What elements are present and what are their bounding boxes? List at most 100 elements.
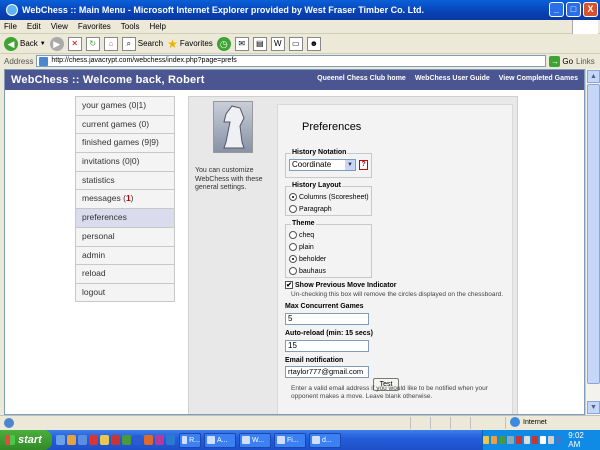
tray-icon[interactable]	[515, 436, 522, 444]
nav-preferences[interactable]: preferences	[75, 208, 175, 227]
task-button[interactable]: R...	[179, 432, 201, 448]
user-guide-link[interactable]: WebChess User Guide	[415, 75, 490, 82]
maximize-button[interactable]: □	[566, 2, 581, 17]
tray-icon[interactable]	[483, 436, 490, 444]
nav-admin[interactable]: admin	[75, 245, 175, 265]
task-button[interactable]: Fi...	[274, 432, 306, 448]
minimize-button[interactable]: _	[549, 2, 564, 17]
auto-reload-label: Auto-reload (min: 15 secs)	[285, 330, 373, 337]
quicklaunch-icon[interactable]	[78, 435, 87, 445]
tray-icon[interactable]	[507, 436, 514, 444]
layout-columns-radio[interactable]: Columns (Scoresheet)	[286, 191, 371, 203]
theme-bauhaus-radio[interactable]: bauhaus	[286, 265, 371, 277]
vertical-scrollbar[interactable]: ▲ ▼	[585, 69, 600, 415]
quicklaunch-icon[interactable]	[155, 435, 164, 445]
home-icon[interactable]: ⌂	[103, 36, 118, 51]
show-previous-label: Show Previous Move Indicator	[295, 281, 397, 289]
print-icon[interactable]: ▤	[252, 36, 267, 51]
menu-favorites[interactable]: Favorites	[78, 22, 111, 31]
globe-icon	[510, 417, 520, 427]
club-home-link[interactable]: Queenel Chess Club home	[317, 75, 406, 82]
quicklaunch-icon[interactable]	[67, 435, 76, 445]
radio-dot	[289, 243, 297, 251]
email-input[interactable]: rtaylor777@gmail.com	[285, 366, 369, 378]
start-button[interactable]: start	[0, 430, 52, 450]
quicklaunch-icon[interactable]	[122, 435, 131, 445]
task-button[interactable]: A...	[204, 432, 236, 448]
close-button[interactable]: X	[583, 2, 598, 17]
theme-cheq-radio[interactable]: cheq	[286, 229, 371, 241]
nav-personal[interactable]: personal	[75, 226, 175, 246]
quicklaunch-icon[interactable]	[133, 435, 142, 445]
scroll-thumb[interactable]	[587, 84, 600, 384]
mail-icon[interactable]: ✉	[234, 36, 249, 51]
tray-icon[interactable]	[548, 436, 555, 444]
status-divider	[470, 417, 471, 429]
menu-view[interactable]: View	[51, 22, 68, 31]
tray-icon[interactable]	[499, 436, 506, 444]
task-button[interactable]: W...	[239, 432, 271, 448]
menu-help[interactable]: Help	[149, 22, 165, 31]
menu-tools[interactable]: Tools	[121, 22, 140, 31]
tray-icon[interactable]	[556, 436, 563, 444]
status-bar: Internet	[0, 415, 600, 429]
menu-file[interactable]: File	[4, 22, 17, 31]
theme-legend: Theme	[291, 220, 316, 227]
radio-dot	[289, 255, 297, 263]
nav-messages-suffix: )	[130, 193, 134, 204]
nav-current-games[interactable]: current games (0)	[75, 114, 175, 134]
discuss-icon[interactable]: ▭	[288, 36, 303, 51]
show-previous-checkbox[interactable]: ✔ Show Previous Move Indicator	[285, 281, 397, 289]
stop-icon[interactable]: ✕	[67, 36, 82, 51]
go-button[interactable]: → Go	[549, 55, 573, 67]
back-button[interactable]: ◀ Back ▼	[4, 36, 46, 51]
layout-paragraph-radio[interactable]: Paragraph	[286, 203, 371, 215]
messenger-icon[interactable]: ☻	[306, 36, 321, 51]
nav-messages[interactable]: messages (1)	[75, 189, 175, 209]
completed-games-link[interactable]: View Completed Games	[499, 75, 578, 82]
forward-button[interactable]: ▶	[49, 36, 64, 51]
nav-invitations[interactable]: invitations (0|0)	[75, 152, 175, 171]
nav-finished-games[interactable]: finished games (9|9)	[75, 133, 175, 153]
refresh-icon[interactable]: ↻	[85, 36, 100, 51]
nav-logout[interactable]: logout	[75, 282, 175, 302]
quicklaunch-icon[interactable]	[89, 435, 98, 445]
windows-logo-icon	[572, 20, 598, 34]
quicklaunch-icon[interactable]	[111, 435, 120, 445]
menu-edit[interactable]: Edit	[27, 22, 41, 31]
nav-your-games[interactable]: your games (0|1)	[75, 96, 175, 115]
search-button[interactable]: ⌕ Search	[121, 36, 163, 51]
task-button[interactable]: d...	[309, 432, 341, 448]
zone-label: Internet	[523, 418, 547, 426]
history-icon[interactable]: ◷	[216, 36, 231, 51]
scroll-up-icon[interactable]: ▲	[587, 70, 600, 83]
nav-messages-label: messages (	[82, 193, 126, 204]
tray-icon[interactable]	[523, 436, 530, 444]
edit-icon[interactable]: W	[270, 36, 285, 51]
favorites-button[interactable]: ★ Favorites	[167, 37, 213, 51]
layout-columns-label: Columns (Scoresheet)	[299, 193, 369, 201]
tray-icon[interactable]	[531, 436, 538, 444]
theme-beholder-radio[interactable]: beholder	[286, 253, 371, 265]
address-input[interactable]: http://chess.javacrypt.com/webchess/inde…	[36, 55, 547, 67]
links-label[interactable]: Links	[576, 57, 595, 66]
quicklaunch-icon[interactable]	[100, 435, 109, 445]
tray-icon[interactable]	[491, 436, 498, 444]
scroll-down-icon[interactable]: ▼	[587, 401, 600, 414]
task-label: A...	[217, 436, 228, 444]
quicklaunch-icon[interactable]	[144, 435, 153, 445]
quicklaunch-icon[interactable]	[166, 435, 175, 445]
history-notation-select[interactable]: Coordinate ▼	[289, 159, 356, 171]
quicklaunch-icon[interactable]	[56, 435, 65, 445]
task-icon	[312, 436, 320, 444]
auto-reload-input[interactable]: 15	[285, 340, 369, 352]
theme-plain-radio[interactable]: plain	[286, 241, 371, 253]
status-divider	[505, 417, 506, 429]
nav-statistics[interactable]: statistics	[75, 170, 175, 190]
help-icon[interactable]: ?	[359, 160, 368, 170]
menu-bar: File Edit View Favorites Tools Help	[0, 20, 600, 34]
nav-reload[interactable]: reload	[75, 264, 175, 283]
theme-bauhaus-label: bauhaus	[299, 267, 326, 275]
max-games-input[interactable]: 5	[285, 313, 369, 325]
tray-icon[interactable]	[539, 436, 547, 444]
